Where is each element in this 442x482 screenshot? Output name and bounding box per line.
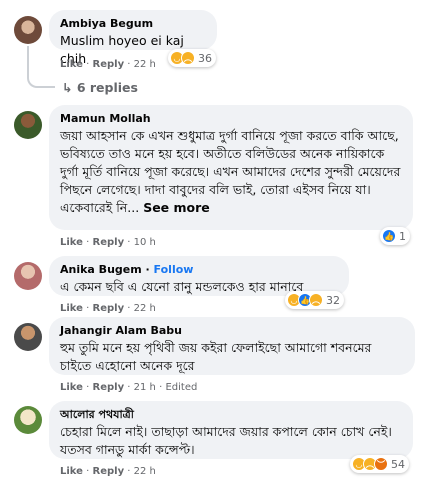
sad-icon: ︵ <box>181 51 195 65</box>
reply-arrow-icon: ↳ <box>62 80 73 95</box>
reaction-summary[interactable]: ◡ ︵ 36 <box>168 49 216 67</box>
comment-actions: Like · Reply · 21 h · Edited <box>60 382 198 393</box>
avatar[interactable] <box>14 406 42 434</box>
comment-bubble: Ambiya Begum Muslim hoyeo ei kaj chih <box>49 10 217 66</box>
like-link[interactable]: Like <box>60 466 83 477</box>
comment-text: হুম তুমি মনে হয় পৃথিবী জয় কইরা ফেলাইছো… <box>60 340 372 373</box>
comment-body: জয়া আহসান কে এখন শুধুমাত্র দুর্গা বানিয… <box>60 128 401 215</box>
reply-link[interactable]: Reply <box>93 237 125 248</box>
timestamp[interactable]: 22 h <box>134 303 156 314</box>
like-link[interactable]: Like <box>60 237 83 248</box>
comment-actions: Like · Reply · 22 h <box>60 466 156 477</box>
comment-bubble: Jahangir Alam Babu হুম তুমি মনে হয় পৃথি… <box>49 317 415 375</box>
reaction-summary[interactable]: ◡ ︵ ︶ 54 <box>350 455 409 473</box>
like-link[interactable]: Like <box>60 59 83 70</box>
comment-actions: Like · Reply · 22 h <box>60 303 156 314</box>
comment-author[interactable]: Jahangir Alam Babu <box>60 324 404 338</box>
reaction-summary[interactable]: ◡ 👍 ︵ 32 <box>285 291 344 309</box>
edited-label: Edited <box>165 382 198 393</box>
like-icon: 👍 <box>382 229 396 243</box>
timestamp[interactable]: 10 h <box>134 237 156 248</box>
comment-bubble: Anika Bugem · Follow এ কেমন ছবি এ যেনো র… <box>49 256 349 296</box>
comment-actions: Like · Reply · 10 h <box>60 237 156 248</box>
timestamp[interactable]: 21 h <box>134 382 156 393</box>
reply-link[interactable]: Reply <box>93 303 125 314</box>
comment-author[interactable]: Anika Bugem <box>60 263 142 276</box>
follow-button[interactable]: Follow <box>154 263 194 276</box>
reply-link[interactable]: Reply <box>93 59 125 70</box>
reaction-count: 36 <box>198 51 212 65</box>
comment-actions: Like · Reply · 22 h <box>60 59 156 70</box>
avatar[interactable] <box>14 262 42 290</box>
angry-icon: ︶ <box>374 457 388 471</box>
sad-icon: ︵ <box>309 293 323 307</box>
comment-author[interactable]: Mamun Mollah <box>60 112 402 126</box>
comment-author[interactable]: Ambiya Begum <box>60 17 206 31</box>
replies-label: 6 replies <box>76 80 138 95</box>
reaction-summary[interactable]: 👍 1 <box>380 227 410 245</box>
reply-link[interactable]: Reply <box>93 382 125 393</box>
reaction-count: 54 <box>391 457 405 471</box>
like-link[interactable]: Like <box>60 303 83 314</box>
comment-text: চেহারা মিলে নাই। তাছাড়া আমাদের জয়ার কপ… <box>60 424 392 457</box>
timestamp[interactable]: 22 h <box>134 466 156 477</box>
avatar[interactable] <box>14 323 42 351</box>
reaction-count: 32 <box>326 293 340 307</box>
comment-author[interactable]: আলোর পথযাত্রী <box>60 408 402 422</box>
comment-text: জয়া আহসান কে এখন শুধুমাত্র দুর্গা বানিয… <box>60 127 402 217</box>
like-link[interactable]: Like <box>60 382 83 393</box>
timestamp[interactable]: 22 h <box>134 59 156 70</box>
avatar[interactable] <box>14 111 42 139</box>
comment-bubble: Mamun Mollah জয়া আহসান কে এখন শুধুমাত্র… <box>49 105 413 230</box>
reaction-count: 1 <box>399 229 406 243</box>
thread-line <box>27 46 55 88</box>
comment-bubble: আলোর পথযাত্রী চেহারা মিলে নাই। তাছাড়া আ… <box>49 401 413 459</box>
comment-author-line: Anika Bugem · Follow <box>60 263 194 276</box>
see-more-link[interactable]: See more <box>143 200 210 215</box>
view-replies-link[interactable]: ↳ 6 replies <box>62 80 138 95</box>
avatar[interactable] <box>14 16 42 44</box>
reply-link[interactable]: Reply <box>93 466 125 477</box>
